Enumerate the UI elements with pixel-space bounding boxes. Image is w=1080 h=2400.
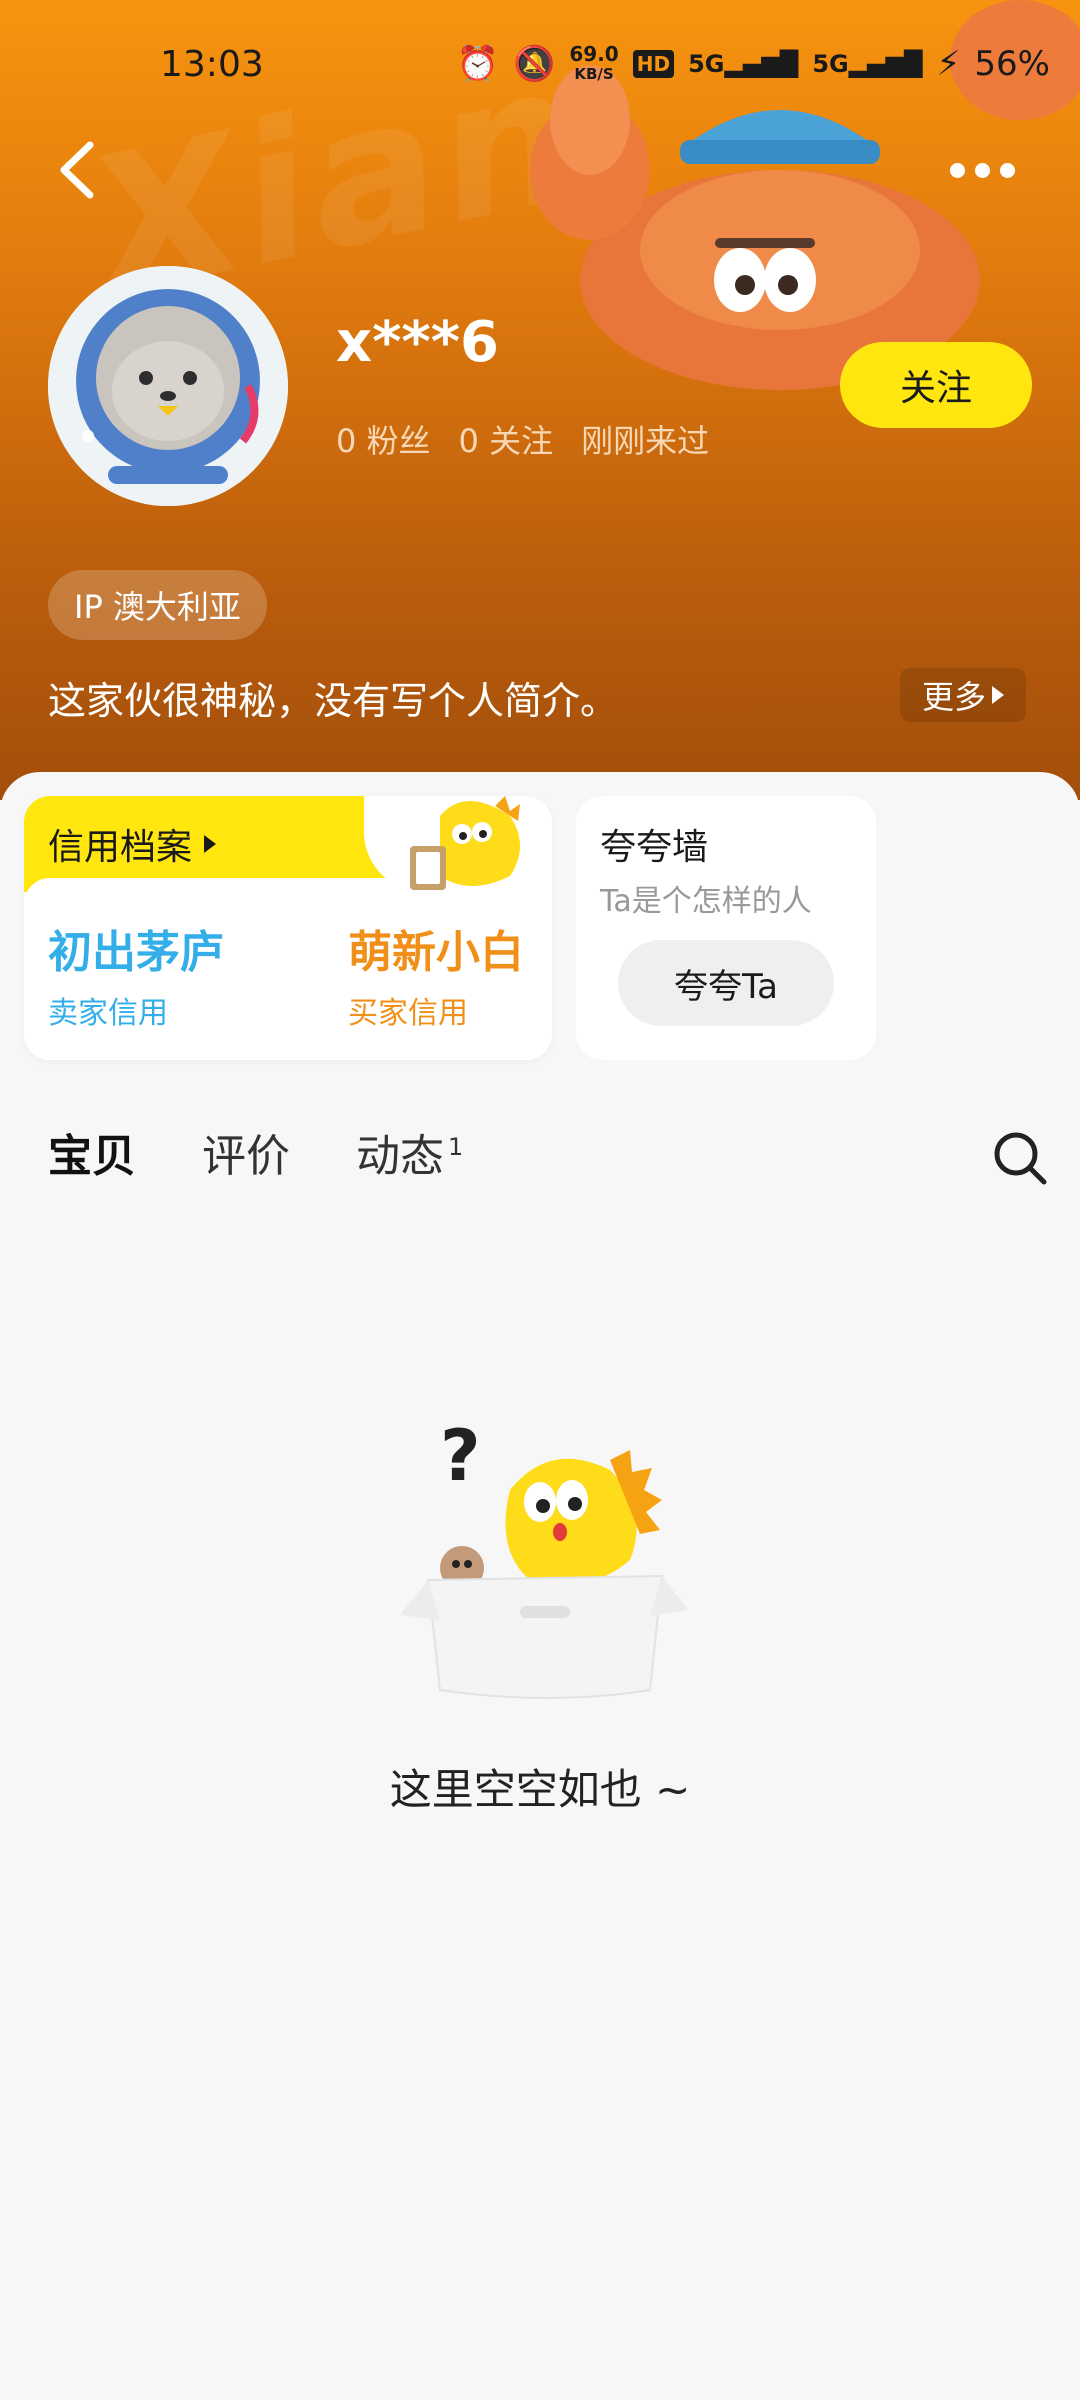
dot-icon — [975, 162, 990, 178]
more-button[interactable]: 更多 — [900, 668, 1026, 722]
credit-title-label: 信用档案 — [48, 827, 193, 868]
battery-level: 56% — [974, 44, 1050, 84]
dot-icon — [1000, 162, 1015, 178]
following-count[interactable]: 0 关注 — [459, 416, 554, 462]
activity-count-badge: 1 — [448, 1133, 464, 1162]
chevron-left-icon — [60, 141, 94, 199]
tab-activity[interactable]: 动态 1 — [356, 1120, 463, 1184]
hd-voice-icon: HD — [632, 50, 675, 78]
more-label: 更多 — [921, 678, 986, 716]
username: x***6 — [336, 310, 499, 375]
mute-icon: 🔕 — [513, 44, 556, 84]
seller-credit-label: 卖家信用 — [48, 996, 168, 1031]
tab-reviews[interactable]: 评价 — [202, 1120, 290, 1184]
fans-count[interactable]: 0 粉丝 — [336, 416, 431, 462]
signal-icon-sim2: 5G▂▄▆█ — [812, 50, 923, 78]
bio-text: 这家伙很神秘，没有写个人简介。 — [48, 679, 619, 723]
ip-location-badge: IP 澳大利亚 — [48, 570, 267, 640]
buyer-credit-label: 买家信用 — [348, 996, 468, 1031]
seal-astronaut-avatar-icon — [48, 266, 288, 506]
svg-text:?: ? — [440, 1415, 481, 1497]
seller-credit-value: 初出茅庐 — [48, 927, 224, 978]
follow-button[interactable]: 关注 — [840, 342, 1032, 428]
status-icons: ⏰ 🔕 69.0 KB/S HD 5G▂▄▆█ 5G▂▄▆█ ⚡ 56% — [457, 44, 1050, 84]
buyer-credit[interactable]: 萌新小白 买家信用 — [348, 916, 524, 1032]
buyer-credit-value: 萌新小白 — [348, 927, 524, 978]
alarm-icon: ⏰ — [456, 44, 500, 84]
more-options-button[interactable] — [950, 150, 1030, 190]
last-seen: 刚刚来过 — [581, 422, 710, 460]
seller-credit[interactable]: 初出茅庐 卖家信用 — [48, 916, 224, 1032]
status-time: 13:03 — [160, 44, 264, 85]
avatar[interactable] — [48, 266, 288, 506]
network-speed: 69.0 KB/S — [569, 42, 619, 83]
empty-box-mascot-illustration: ? — [400, 1415, 688, 1699]
praise-wall-card: 夸夸墙 Ta是个怎样的人 夸夸Ta — [576, 796, 876, 1060]
caret-right-icon — [992, 686, 1004, 704]
dot-icon — [950, 162, 965, 178]
tab-reviews-label: 评价 — [202, 1131, 290, 1182]
search-button[interactable] — [990, 1128, 1050, 1188]
charging-icon: ⚡ — [936, 44, 961, 84]
tab-activity-label: 动态 — [356, 1131, 444, 1182]
back-button[interactable] — [50, 130, 110, 210]
fish-mascot-icon — [410, 796, 520, 890]
credit-title[interactable]: 信用档案 — [48, 818, 217, 870]
status-bar: 13:03 ⏰ 🔕 69.0 KB/S HD 5G▂▄▆█ 5G▂▄▆█ ⚡ 5… — [0, 0, 1080, 140]
profile-header: Xian 13:03 ⏰ 🔕 69.0 KB/S HD 5G▂▄▆█ 5G▂▄▆… — [0, 0, 1080, 800]
praise-wall-title: 夸夸墙 — [600, 827, 709, 868]
praise-button[interactable]: 夸夸Ta — [618, 940, 834, 1026]
profile-tabs: 宝贝 评价 动态 1 — [48, 1120, 463, 1184]
caret-right-icon — [204, 835, 217, 853]
tab-items[interactable]: 宝贝 — [48, 1120, 136, 1184]
profile-stats: 0 粉丝 0 关注 刚刚来过 — [336, 416, 709, 462]
empty-state-message: 这里空空如也 ~ — [389, 1765, 691, 1814]
praise-wall-subtitle: Ta是个怎样的人 — [600, 884, 812, 919]
search-icon — [994, 1132, 1047, 1185]
tab-items-label: 宝贝 — [48, 1131, 136, 1182]
signal-icon-sim1: 5G▂▄▆█ — [688, 50, 799, 78]
